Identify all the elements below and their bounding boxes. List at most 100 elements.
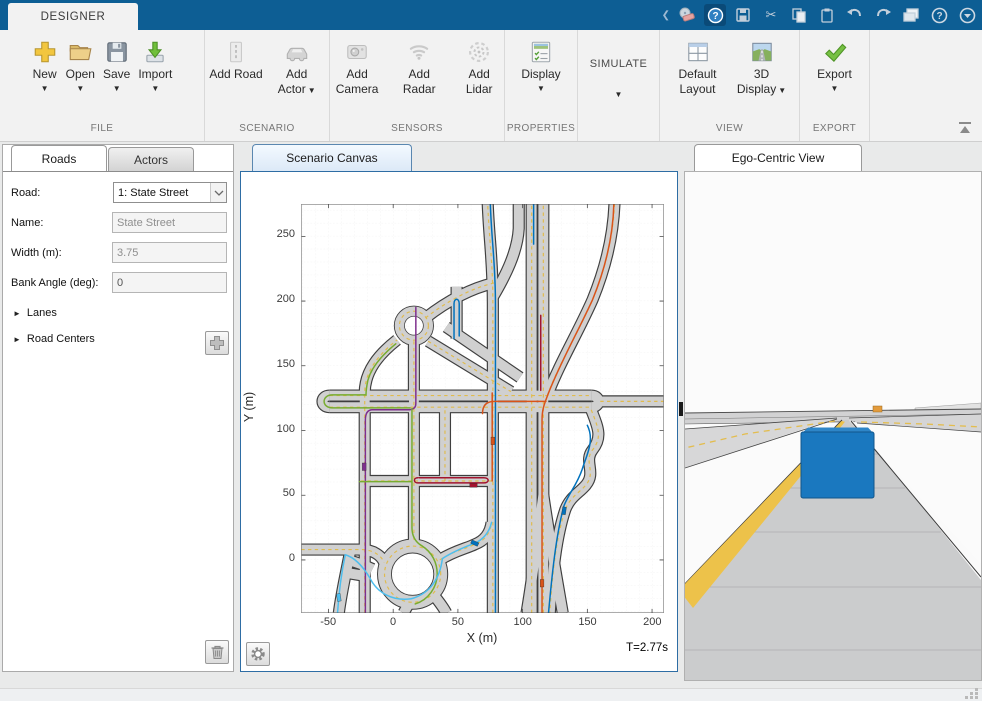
left-panel-tabs: Roads Actors bbox=[3, 145, 233, 172]
x-tick-label: 0 bbox=[371, 616, 415, 628]
y-tick-label: 200 bbox=[255, 293, 295, 305]
cut-icon[interactable]: ✂ bbox=[760, 4, 782, 26]
delete-road-button[interactable] bbox=[205, 640, 229, 664]
save-icon[interactable] bbox=[732, 4, 754, 26]
name-label: Name: bbox=[11, 217, 112, 229]
tab-scenario-canvas[interactable]: Scenario Canvas bbox=[252, 144, 412, 171]
scenario-canvas[interactable]: -50050100150200050100150200250 X (m) Y (… bbox=[240, 171, 678, 672]
road-select-value: 1: State Street bbox=[118, 187, 210, 199]
ribbon-group-file: New ▼ Open ▼ Save ▼ Import ▼ FILE bbox=[0, 30, 205, 141]
redo-icon[interactable] bbox=[872, 4, 894, 26]
collapsed-arrow-icon: ► bbox=[13, 309, 21, 318]
group-label-scenario: SCENARIO bbox=[205, 123, 329, 141]
width-label: Width (m): bbox=[11, 247, 112, 259]
tab-ego-centric-view[interactable]: Ego-Centric View bbox=[694, 144, 862, 171]
open-button[interactable]: Open ▼ bbox=[66, 35, 95, 94]
simulate-button[interactable]: SIMULATE ▼ bbox=[590, 35, 647, 100]
plus-icon bbox=[209, 335, 225, 351]
more-menu-icon[interactable] bbox=[956, 4, 978, 26]
save-label: Save bbox=[103, 67, 130, 82]
dropdown-arrow-icon: ▼ bbox=[537, 84, 545, 94]
ego-centric-view-panel: Ego-Centric View bbox=[684, 144, 982, 681]
simulate-label: SIMULATE bbox=[590, 57, 647, 72]
simulation-rewind-icon[interactable] bbox=[676, 4, 698, 26]
default-layout-button[interactable]: Default Layout bbox=[670, 35, 726, 97]
panel-splitter-handle[interactable] bbox=[679, 402, 683, 416]
vehicle-marker[interactable] bbox=[362, 463, 366, 471]
group-label-properties: PROPERTIES bbox=[505, 123, 577, 141]
new-plus-icon bbox=[32, 37, 58, 67]
dropdown-arrow-icon: ▼ bbox=[76, 84, 84, 94]
vehicle-marker[interactable] bbox=[540, 579, 544, 587]
roads-tab-content: Road: 1: State Street Name: Width (m): B… bbox=[3, 171, 233, 671]
ribbon-group-view: Default Layout 3D Display▼ VIEW bbox=[660, 30, 800, 141]
ribbon-group-scenario: Add Road Add Actor▼ SCENARIO bbox=[205, 30, 330, 141]
new-button[interactable]: New ▼ bbox=[32, 35, 58, 94]
collapse-left-icon[interactable]: ❮ bbox=[662, 10, 670, 21]
ego-tabs: Ego-Centric View bbox=[684, 144, 982, 171]
group-label-export: EXPORT bbox=[800, 123, 869, 141]
vehicle-marker[interactable] bbox=[562, 507, 567, 515]
add-camera-label: Add Camera bbox=[330, 67, 384, 97]
add-road-center-button[interactable] bbox=[205, 331, 229, 355]
group-label-view: VIEW bbox=[660, 123, 799, 141]
import-icon bbox=[142, 37, 168, 67]
section-road-centers[interactable]: ► Road Centers bbox=[13, 333, 227, 345]
export-button[interactable]: Export ▼ bbox=[817, 35, 852, 94]
ribbon-toolstrip: New ▼ Open ▼ Save ▼ Import ▼ FILE bbox=[0, 30, 982, 142]
layout-windows-icon[interactable] bbox=[900, 4, 922, 26]
x-axis-label: X (m) bbox=[391, 631, 573, 645]
save-button[interactable]: Save ▼ bbox=[103, 35, 130, 94]
copy-icon[interactable] bbox=[788, 4, 810, 26]
road-select[interactable]: 1: State Street bbox=[113, 182, 227, 203]
scenario-map[interactable] bbox=[301, 204, 664, 613]
svg-text:?: ? bbox=[712, 11, 718, 22]
add-camera-button[interactable]: Add Camera bbox=[330, 35, 384, 97]
add-actor-button[interactable]: Add Actor▼ bbox=[269, 35, 325, 98]
vehicle-marker[interactable] bbox=[336, 593, 341, 601]
x-tick-label: -50 bbox=[306, 616, 350, 628]
add-road-button[interactable]: Add Road bbox=[209, 35, 262, 82]
help-active-icon[interactable]: ? bbox=[704, 4, 726, 26]
road-centers-section-label: Road Centers bbox=[27, 333, 95, 345]
display-3d-icon bbox=[749, 37, 775, 67]
minimize-ribbon-button[interactable] bbox=[956, 120, 974, 136]
tab-roads[interactable]: Roads bbox=[11, 145, 107, 172]
quick-access-toolbar: ❮ ? ✂ ? bbox=[662, 3, 978, 27]
section-lanes[interactable]: ► Lanes bbox=[13, 307, 227, 319]
add-road-label: Add Road bbox=[209, 67, 262, 82]
ego-centric-view[interactable] bbox=[684, 171, 982, 681]
canvas-settings-button[interactable] bbox=[246, 642, 270, 666]
undo-icon[interactable] bbox=[844, 4, 866, 26]
display-label: Display bbox=[521, 67, 560, 82]
export-check-icon bbox=[822, 37, 848, 67]
import-button[interactable]: Import ▼ bbox=[138, 35, 172, 94]
display-button[interactable]: Display ▼ bbox=[521, 35, 560, 94]
import-label: Import bbox=[138, 67, 172, 82]
collapsed-arrow-icon: ► bbox=[13, 335, 21, 344]
paste-icon[interactable] bbox=[816, 4, 838, 26]
open-label: Open bbox=[66, 67, 95, 82]
add-lidar-label: Add Lidar bbox=[454, 67, 504, 97]
gear-icon bbox=[250, 646, 266, 662]
name-field[interactable] bbox=[112, 212, 227, 233]
add-radar-button[interactable]: Add Radar bbox=[392, 35, 446, 97]
scenario-canvas-panel: Scenario Canvas bbox=[240, 144, 678, 672]
ribbon-group-sensors: Add Camera Add Radar Add Lidar SENSORS bbox=[330, 30, 505, 141]
help-icon[interactable]: ? bbox=[928, 4, 950, 26]
vehicle-marker[interactable] bbox=[491, 437, 495, 445]
group-label-simulate bbox=[578, 123, 659, 141]
tab-actors[interactable]: Actors bbox=[108, 147, 194, 172]
vehicle-marker[interactable] bbox=[470, 484, 478, 488]
x-tick-label: 50 bbox=[436, 616, 480, 628]
simulation-time: T=2.77s bbox=[626, 642, 668, 654]
width-field[interactable] bbox=[112, 242, 227, 263]
resize-grip-icon[interactable] bbox=[965, 688, 979, 699]
display-3d-button[interactable]: 3D Display▼ bbox=[734, 35, 790, 98]
y-tick-label: 0 bbox=[255, 552, 295, 564]
bank-angle-field[interactable] bbox=[112, 272, 227, 293]
save-floppy-icon bbox=[104, 37, 130, 67]
add-lidar-button[interactable]: Add Lidar bbox=[454, 35, 504, 97]
dropdown-arrow-icon: ▼ bbox=[151, 84, 159, 94]
tab-designer[interactable]: DESIGNER bbox=[8, 3, 138, 30]
